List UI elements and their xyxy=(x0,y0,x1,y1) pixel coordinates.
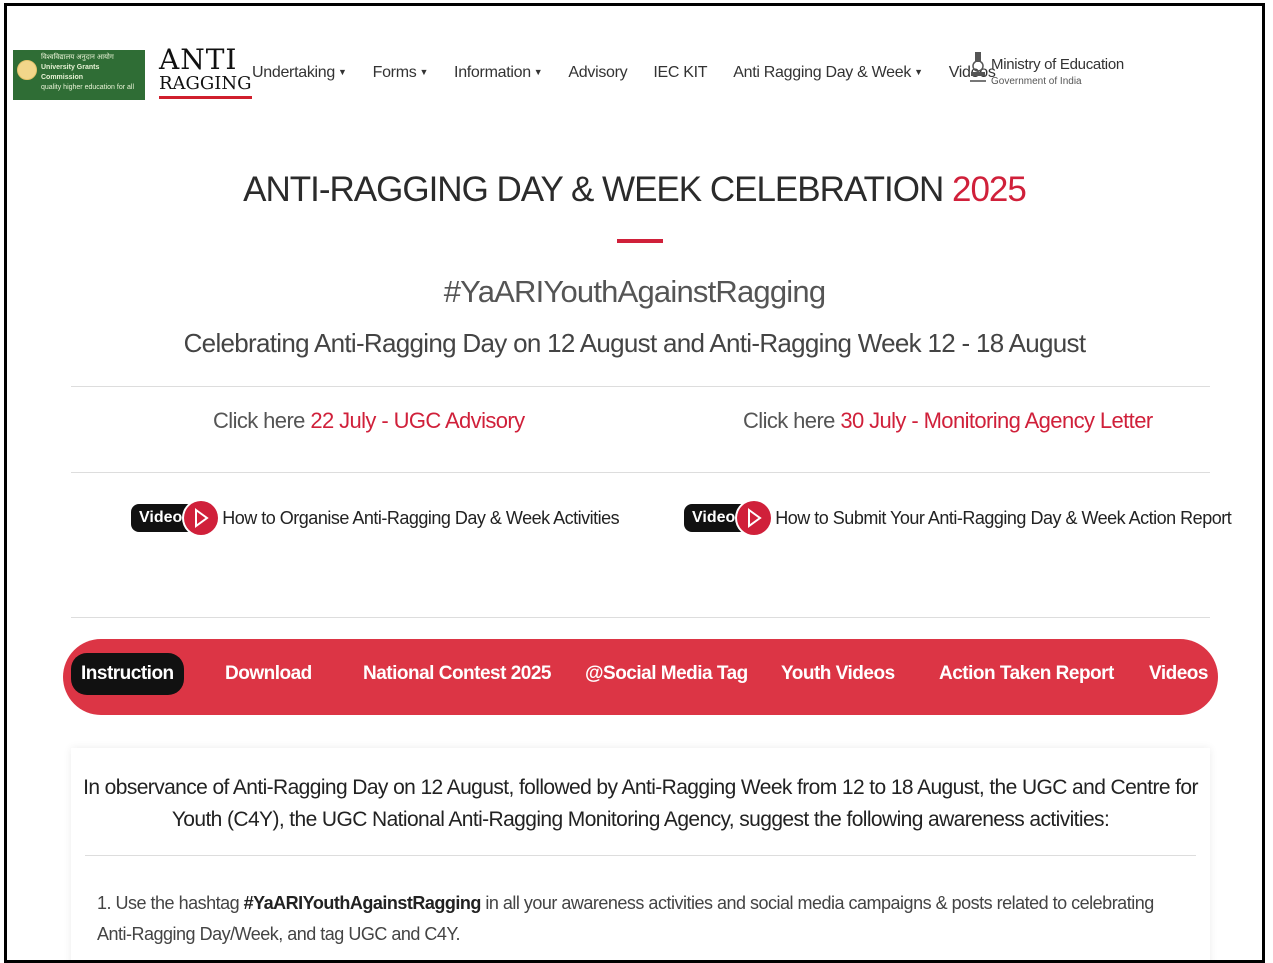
list-number: 1. xyxy=(97,893,112,913)
instruction-list: 1. Use the hashtag #YaARIYouthAgainstRag… xyxy=(97,888,1187,950)
page-title-text: ANTI-RAGGING DAY & WEEK CELEBRATION xyxy=(243,170,944,209)
video-badge: Video xyxy=(684,504,744,532)
ugc-advisory-link[interactable]: Click here 22 July - UGC Advisory xyxy=(213,408,525,434)
nav-forms[interactable]: Forms ▼ xyxy=(372,64,429,82)
section-tabs: Instruction Download National Contest 20… xyxy=(63,639,1218,715)
instruction-card: In observance of Anti-Ragging Day on 12 … xyxy=(71,748,1210,960)
ugc-emblem-icon xyxy=(17,60,37,80)
nav-undertaking[interactable]: Undertaking ▼ xyxy=(252,64,347,82)
nav-label: Information xyxy=(454,64,531,81)
moe-subtitle: Government of India xyxy=(991,76,1082,87)
link-prefix: Click here xyxy=(743,408,835,433)
title-underline xyxy=(617,239,663,243)
caret-down-icon: ▼ xyxy=(337,67,347,77)
video-link-submit-report[interactable]: Video How to Submit Your Anti-Ragging Da… xyxy=(684,496,1232,540)
page-title: ANTI-RAGGING DAY & WEEK CELEBRATION 2025 xyxy=(7,170,1262,210)
divider xyxy=(71,472,1210,473)
nav-label: Anti Ragging Day & Week xyxy=(733,64,912,81)
ugc-logo[interactable]: विश्वविद्यालय अनुदान आयोग University Gra… xyxy=(13,50,145,100)
national-emblem-icon xyxy=(969,50,987,90)
page-frame: विश्वविद्यालय अनुदान आयोग University Gra… xyxy=(4,3,1265,963)
nav-advisory[interactable]: Advisory xyxy=(568,64,627,82)
link-highlight: 22 July - UGC Advisory xyxy=(310,408,525,433)
page-title-year: 2025 xyxy=(951,170,1027,209)
nav-label: Forms xyxy=(372,64,417,81)
list-item: 1. Use the hashtag #YaARIYouthAgainstRag… xyxy=(97,888,1187,950)
ministry-of-education-logo[interactable]: Ministry of Education Government of Indi… xyxy=(969,50,1139,100)
video-title: How to Submit Your Anti-Ragging Day & We… xyxy=(775,507,1232,528)
tab-youth-videos[interactable]: Youth Videos xyxy=(781,663,895,685)
nav-anti-ragging-day-week[interactable]: Anti Ragging Day & Week ▼ xyxy=(733,64,923,82)
divider xyxy=(85,855,1196,856)
link-highlight: 30 July - Monitoring Agency Letter xyxy=(840,408,1153,433)
video-badge: Video xyxy=(131,504,191,532)
caret-down-icon: ▼ xyxy=(419,67,429,77)
moe-title: Ministry of Education xyxy=(991,56,1124,73)
ugc-logo-hindi: विश्वविद्यालय अनुदान आयोग xyxy=(41,54,114,61)
divider xyxy=(71,386,1210,387)
nav-iec-kit[interactable]: IEC KIT xyxy=(653,64,707,82)
list-hashtag: #YaARIYouthAgainstRagging xyxy=(243,893,482,913)
tab-download[interactable]: Download xyxy=(225,663,312,685)
list-text-pre: Use the hashtag xyxy=(115,893,240,913)
tab-social-media-tag[interactable]: @Social Media Tag xyxy=(585,663,748,685)
nav-label: IEC KIT xyxy=(653,64,708,81)
play-icon xyxy=(184,501,219,535)
tab-instruction[interactable]: Instruction xyxy=(71,653,184,695)
play-icon xyxy=(737,501,772,535)
main-nav: Undertaking ▼ Forms ▼ Information ▼ Advisor… xyxy=(252,64,1022,82)
ugc-logo-english: University Grants Commission xyxy=(41,64,100,81)
nav-label: Undertaking xyxy=(252,64,335,81)
ugc-logo-tagline: quality higher education for all xyxy=(41,84,135,91)
instruction-intro: In observance of Anti-Ragging Day on 12 … xyxy=(83,776,1198,831)
ar-logo-line1: ANTI xyxy=(159,43,238,76)
nav-label: Advisory xyxy=(568,64,628,81)
hashtag-heading: #YaARIYouthAgainstRagging xyxy=(443,274,826,309)
caret-down-icon: ▼ xyxy=(914,67,923,77)
site-header: विश्वविद्यालय अनुदान आयोग University Gra… xyxy=(7,6,1262,136)
nav-information[interactable]: Information ▼ xyxy=(454,64,543,82)
link-prefix: Click here xyxy=(213,408,305,433)
tab-national-contest[interactable]: National Contest 2025 xyxy=(363,663,552,685)
divider xyxy=(71,617,1210,618)
tab-action-taken-report[interactable]: Action Taken Report xyxy=(939,663,1114,685)
anti-ragging-logo[interactable]: ANTI RAGGING xyxy=(159,43,252,102)
video-link-organise[interactable]: Video How to Organise Anti-Ragging Day &… xyxy=(131,496,620,540)
monitoring-agency-letter-link[interactable]: Click here 30 July - Monitoring Agency L… xyxy=(743,408,1153,434)
caret-down-icon: ▼ xyxy=(533,67,543,77)
ar-logo-line2: RAGGING xyxy=(159,72,252,99)
video-title: How to Organise Anti-Ragging Day & Week … xyxy=(222,507,620,528)
tab-videos[interactable]: Videos xyxy=(1149,663,1208,685)
celebration-subtitle: Celebrating Anti-Ragging Day on 12 Augus… xyxy=(183,328,1086,358)
